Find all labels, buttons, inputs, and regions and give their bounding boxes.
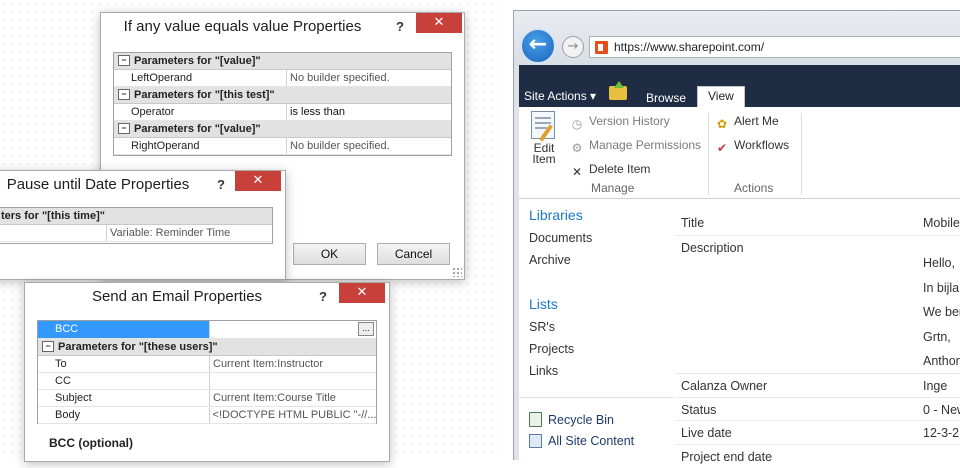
browser-window: ← → https://www.sharepoint.com/ Site Act… <box>513 10 960 464</box>
ribbon-tab-bar: Site Actions ▾ Browse View <box>519 65 960 107</box>
collapse-icon[interactable]: − <box>118 123 130 134</box>
nav-item-archive[interactable]: Archive <box>529 253 571 267</box>
history-icon: ◷ <box>571 117 583 131</box>
forward-arrow-icon[interactable]: → <box>562 36 584 58</box>
help-icon[interactable]: ? <box>396 19 404 34</box>
nav-item-links[interactable]: Links <box>529 364 558 378</box>
properties-grid: ters for "[this time]" Variable: Reminde… <box>0 207 273 244</box>
close-button[interactable]: ✕ <box>235 171 281 191</box>
collapse-icon[interactable]: − <box>42 341 54 352</box>
help-icon[interactable]: ? <box>319 289 327 304</box>
send-email-dialog: Send an Email Properties ? ✕ BCC ... − Pa… <box>24 282 390 462</box>
ellipsis-button[interactable]: ... <box>358 322 374 336</box>
ribbon-separator <box>801 113 802 195</box>
ribbon-separator <box>708 113 709 195</box>
alert-me-button[interactable]: ✿ Alert Me <box>714 112 779 131</box>
delete-item-button[interactable]: ✕ Delete Item <box>569 160 650 179</box>
bell-icon: ✿ <box>716 117 728 131</box>
recycle-bin-link[interactable]: Recycle Bin <box>529 412 614 427</box>
field-row-live-date: Live date 12-3-2 <box>676 420 960 444</box>
grid-section[interactable]: − Parameters for "[value]" <box>114 121 451 138</box>
nav-item-documents[interactable]: Documents <box>529 231 592 245</box>
grid-row[interactable]: Variable: Reminder Time <box>0 225 272 242</box>
site-content-icon <box>529 434 542 448</box>
description-line: Grtn, <box>923 330 951 344</box>
group-label-actions: Actions <box>734 181 774 195</box>
help-description: BCC (optional) <box>49 436 133 450</box>
url-text: https://www.sharepoint.com/ <box>614 40 765 54</box>
manage-permissions-button[interactable]: ⚙ Manage Permissions <box>569 136 701 155</box>
grid-row-cc[interactable]: CC <box>38 373 376 390</box>
grid-section[interactable]: − Parameters for "[this test]" <box>114 87 451 104</box>
help-icon[interactable]: ? <box>217 177 225 192</box>
grid-section[interactable]: ters for "[this time]" <box>0 208 272 225</box>
field-row-owner: Calanza Owner Inge <box>676 373 960 397</box>
cancel-button[interactable]: Cancel <box>377 243 450 265</box>
grid-section[interactable]: − Parameters for "[these users]" <box>38 339 376 356</box>
workflow-icon: ✔ <box>716 141 728 155</box>
edit-icon <box>531 111 555 142</box>
ribbon: Edit Item ◷ Version History ⚙ Manage Permi… <box>519 107 960 199</box>
description-line: Hello, <box>923 256 955 270</box>
version-history-button[interactable]: ◷ Version History <box>569 112 670 131</box>
field-row-description: Description <box>676 235 960 373</box>
group-label-manage: Manage <box>591 181 635 195</box>
back-arrow-icon[interactable]: ← <box>520 28 556 64</box>
tab-view[interactable]: View <box>697 86 745 107</box>
field-row-status: Status 0 - New <box>676 397 960 420</box>
nav-heading-libraries[interactable]: Libraries <box>529 207 583 223</box>
grid-row-rightoperand[interactable]: RightOperand No builder specified. <box>114 138 451 155</box>
workflows-button[interactable]: ✔ Workflows <box>714 136 789 155</box>
nav-item-projects[interactable]: Projects <box>529 342 574 356</box>
dialog-title: Send an Email Properties <box>91 288 263 305</box>
field-row-title: Title Mobile <box>681 216 960 230</box>
grid-row-subject[interactable]: Subject Current Item:Course Title <box>38 390 376 407</box>
permissions-icon: ⚙ <box>571 141 583 155</box>
delete-icon: ✕ <box>571 165 583 179</box>
collapse-icon[interactable]: − <box>118 89 130 100</box>
properties-grid: BCC ... − Parameters for "[these users]" … <box>37 320 377 424</box>
resize-grip-icon[interactable] <box>452 267 462 277</box>
edit-item-button[interactable]: Edit Item <box>527 111 561 167</box>
item-properties: Title Mobile Description Hello, In bijla… <box>676 199 960 464</box>
address-bar[interactable]: https://www.sharepoint.com/ <box>589 36 960 58</box>
nav-item-srs[interactable]: SR's <box>529 320 555 334</box>
collapse-icon[interactable]: − <box>118 55 130 66</box>
pause-until-date-dialog: Pause until Date Properties ? ✕ ters for… <box>0 170 286 280</box>
recycle-bin-icon <box>529 412 542 427</box>
dialog-title: If any value equals value Properties <box>123 18 362 35</box>
close-button[interactable]: ✕ <box>339 283 385 303</box>
nav-divider <box>519 397 674 398</box>
grid-section[interactable]: − Parameters for "[value]" <box>114 53 451 70</box>
grid-row-body[interactable]: Body <!DOCTYPE HTML PUBLIC "-//... <box>38 407 376 424</box>
description-line: We ben <box>923 305 960 319</box>
dialog-title: Pause until Date Properties <box>6 176 190 193</box>
sharepoint-page: Site Actions ▾ Browse View Edit Item ◷ Ve… <box>519 65 960 464</box>
description-line: Anthon <box>923 354 960 368</box>
grid-row-bcc[interactable]: BCC ... <box>38 321 376 339</box>
description-line: In bijla <box>923 281 960 295</box>
ok-button[interactable]: OK <box>293 243 366 265</box>
grid-row-leftoperand[interactable]: LeftOperand No builder specified. <box>114 70 451 87</box>
office-logo-icon <box>595 41 608 54</box>
all-site-content-link[interactable]: All Site Content <box>529 434 634 448</box>
quick-launch: Libraries Documents Archive Lists SR's P… <box>519 199 674 460</box>
field-row-end-date: Project end date <box>676 444 960 468</box>
close-button[interactable]: ✕ <box>416 13 462 33</box>
site-actions-menu[interactable]: Site Actions ▾ <box>524 89 596 103</box>
tab-browse[interactable]: Browse <box>636 89 696 107</box>
navigate-up-icon[interactable] <box>609 81 627 100</box>
browser-toolbar: ← → https://www.sharepoint.com/ <box>514 11 960 65</box>
nav-heading-lists[interactable]: Lists <box>529 296 558 312</box>
grid-row-to[interactable]: To Current Item:Instructor <box>38 356 376 373</box>
grid-row-operator[interactable]: Operator is less than <box>114 104 451 121</box>
properties-grid: − Parameters for "[value]" LeftOperand No … <box>113 52 452 156</box>
